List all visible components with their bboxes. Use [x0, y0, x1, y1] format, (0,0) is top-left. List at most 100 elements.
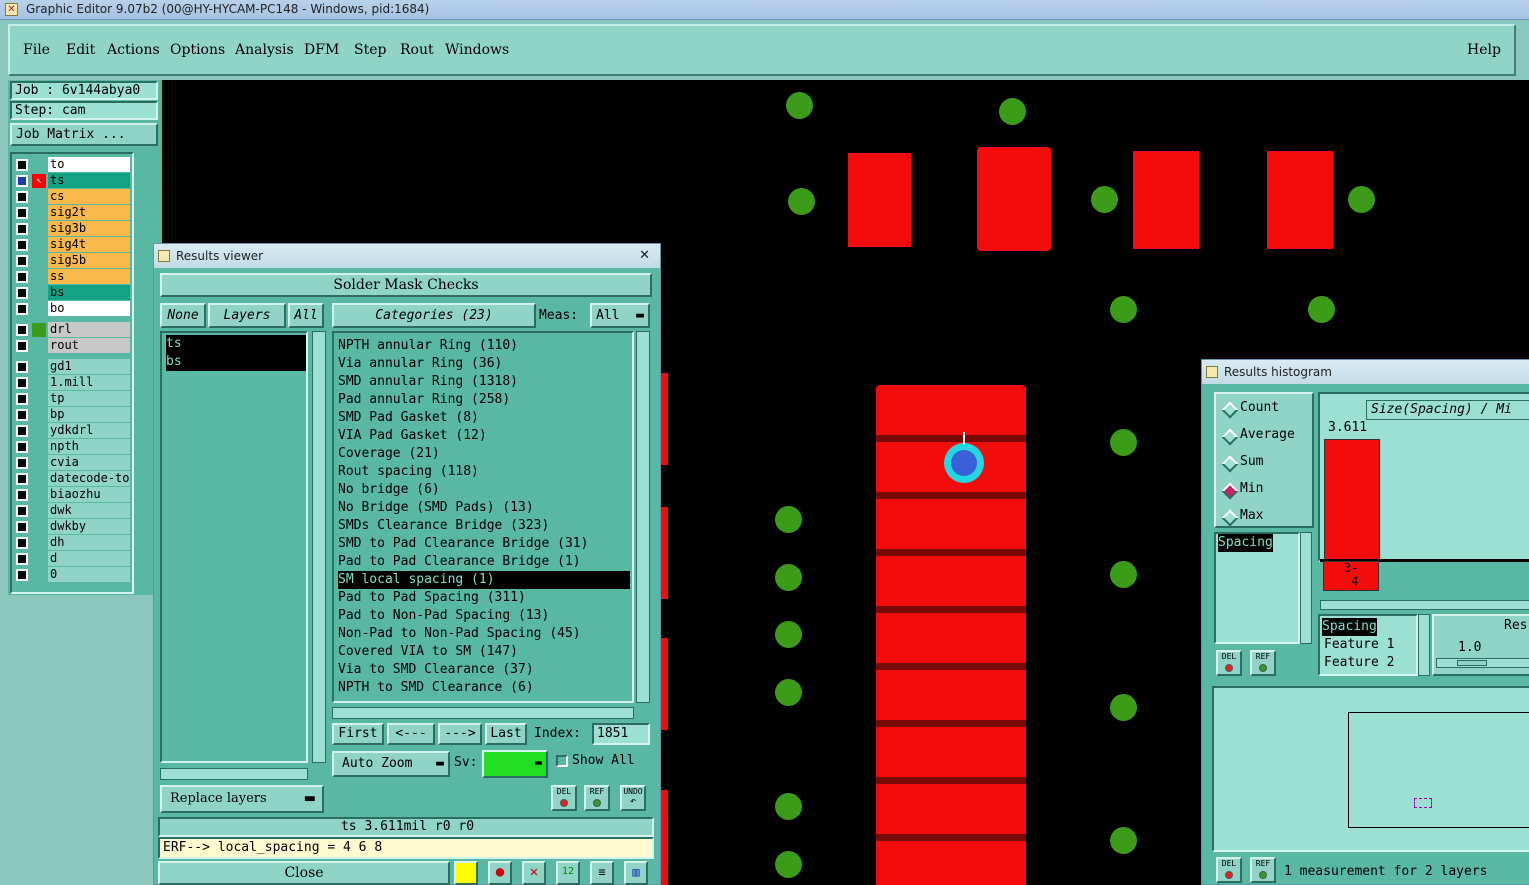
prev-button[interactable]: <--- — [387, 723, 435, 745]
menu-options[interactable]: Options — [170, 42, 225, 58]
sum-radio[interactable] — [1221, 455, 1239, 473]
auto-zoom-menu[interactable]: Auto Zoom ▬ — [332, 751, 450, 777]
layer-checkbox[interactable] — [16, 191, 28, 203]
layer-checkbox[interactable] — [16, 159, 28, 171]
category-item[interactable]: Pad to Pad Clearance Bridge (1) — [338, 553, 581, 571]
max-radio[interactable] — [1221, 509, 1239, 527]
layer-row[interactable]: sig3b — [14, 221, 130, 237]
layer-row[interactable]: ydkdrl — [14, 423, 130, 439]
close-button[interactable]: Close — [158, 861, 450, 885]
next-button[interactable]: ---> — [438, 723, 482, 745]
menu-step[interactable]: Step — [354, 42, 386, 58]
category-item[interactable]: Via annular Ring (36) — [338, 355, 502, 373]
layer-checkbox[interactable] — [16, 340, 28, 352]
category-item[interactable]: Rout spacing (118) — [338, 463, 479, 481]
menu-file[interactable]: File — [23, 42, 50, 58]
layer-row[interactable]: rout — [14, 338, 130, 354]
layer-row[interactable]: datecode-to — [14, 471, 130, 487]
layer-checkbox[interactable] — [16, 361, 28, 373]
layer-row[interactable]: bp — [14, 407, 130, 423]
layer-row[interactable]: sig4t — [14, 237, 130, 253]
layer-row[interactable]: dh — [14, 535, 130, 551]
layer-row[interactable]: drl — [14, 322, 130, 338]
layer-row[interactable]: bs — [14, 285, 130, 301]
layer-checkbox[interactable] — [16, 521, 28, 533]
category-item[interactable]: VIA Pad Gasket (12) — [338, 427, 487, 445]
layer-row[interactable]: 1.mill — [14, 375, 130, 391]
attr-item[interactable]: Feature 1 — [1324, 636, 1394, 654]
histogram-icon[interactable]: ▥ — [624, 861, 648, 885]
ref-x-icon[interactable]: ✕ — [522, 861, 546, 885]
slider-handle[interactable] — [1457, 660, 1487, 666]
layer-row[interactable]: ss — [14, 269, 130, 285]
layer-row[interactable]: cvia — [14, 455, 130, 471]
layer-row[interactable]: bo — [14, 301, 130, 317]
attr-list[interactable]: Spacing Feature 1 Feature 2 — [1318, 614, 1418, 676]
category-item[interactable]: Coverage (21) — [338, 445, 440, 463]
menu-help[interactable]: Help — [1467, 42, 1501, 58]
layer-row[interactable]: tp — [14, 391, 130, 407]
layer-row[interactable]: dwk — [14, 503, 130, 519]
first-button[interactable]: First — [332, 723, 384, 745]
res-slider[interactable] — [1436, 658, 1529, 668]
chart-hscrollbar[interactable] — [1320, 600, 1529, 610]
layer-checkbox[interactable] — [16, 441, 28, 453]
job-matrix-button[interactable]: Job Matrix ... — [10, 123, 158, 146]
layer-checkbox[interactable] — [16, 393, 28, 405]
meas-dropdown[interactable]: All ▬ — [590, 303, 650, 328]
category-item[interactable]: No Bridge (SMD Pads) (13) — [338, 499, 534, 517]
layer-checkbox[interactable] — [16, 425, 28, 437]
layer-checkbox[interactable] — [16, 409, 28, 421]
overview-map[interactable] — [1212, 686, 1529, 852]
category-item[interactable]: Pad to Non-Pad Spacing (13) — [338, 607, 549, 625]
layer-checkbox[interactable] — [16, 175, 28, 187]
category-item[interactable]: SMDs Clearance Bridge (323) — [338, 517, 549, 535]
layers-hscrollbar[interactable] — [160, 768, 308, 780]
list-item[interactable]: bs — [166, 353, 306, 371]
show-all-checkbox[interactable] — [556, 755, 568, 767]
categories-button[interactable]: Categories (23) — [332, 303, 536, 328]
average-radio[interactable] — [1221, 428, 1239, 446]
all-button[interactable]: All — [288, 303, 324, 328]
category-item[interactable]: NPTH annular Ring (110) — [338, 337, 518, 355]
attr-item[interactable]: Feature 2 — [1324, 654, 1394, 672]
layer-checkbox[interactable] — [16, 287, 28, 299]
menu-rout[interactable]: Rout — [400, 42, 434, 58]
layer-checkbox[interactable] — [16, 457, 28, 469]
menu-analysis[interactable]: Analysis — [235, 42, 294, 58]
list-item[interactable]: ts — [166, 335, 306, 353]
count-radio[interactable] — [1221, 401, 1239, 419]
sv-color-dropdown[interactable]: ▬ — [482, 750, 548, 778]
layer-checkbox[interactable] — [16, 303, 28, 315]
hist-ref-button[interactable]: REF — [1250, 650, 1276, 676]
list-item[interactable]: Spacing — [1218, 534, 1273, 552]
report-icon[interactable]: ≡ — [590, 861, 614, 885]
category-item[interactable]: Via to SMD Clearance (37) — [338, 661, 534, 679]
menu-actions[interactable]: Actions — [107, 42, 160, 58]
category-list[interactable]: NPTH annular Ring (110) Via annular Ring… — [332, 331, 634, 703]
menu-windows[interactable]: Windows — [445, 42, 509, 58]
layer-checkbox[interactable] — [16, 489, 28, 501]
layers-button[interactable]: Layers — [208, 303, 286, 328]
layer-row[interactable]: ↖ ts — [14, 173, 130, 189]
layer-checkbox[interactable] — [16, 569, 28, 581]
category-item[interactable]: SMD to Pad Clearance Bridge (31) — [338, 535, 588, 553]
hist-del-button-2[interactable]: DEL — [1216, 857, 1242, 883]
close-icon[interactable]: ✕ — [639, 244, 650, 268]
category-item-selected[interactable]: SM local spacing (1) — [338, 571, 630, 589]
layer-row[interactable]: biaozhu — [14, 487, 130, 503]
menu-edit[interactable]: Edit — [66, 42, 95, 58]
layer-result-list[interactable]: ts bs — [160, 331, 308, 763]
layer-checkbox[interactable] — [16, 271, 28, 283]
layer-checkbox[interactable] — [16, 255, 28, 267]
layer-row[interactable]: to — [14, 157, 130, 173]
layer-checkbox[interactable] — [16, 377, 28, 389]
histogram-list[interactable]: Spacing — [1214, 532, 1300, 644]
category-item[interactable]: SMD annular Ring (1318) — [338, 373, 518, 391]
del-button[interactable]: DEL — [551, 785, 577, 811]
category-hscrollbar[interactable] — [332, 707, 634, 719]
layer-checkbox[interactable] — [16, 505, 28, 517]
layer-row[interactable]: dwkby — [14, 519, 130, 535]
tool-b-icon[interactable]: ● — [488, 861, 512, 885]
index-input[interactable]: 1851 — [592, 723, 650, 745]
